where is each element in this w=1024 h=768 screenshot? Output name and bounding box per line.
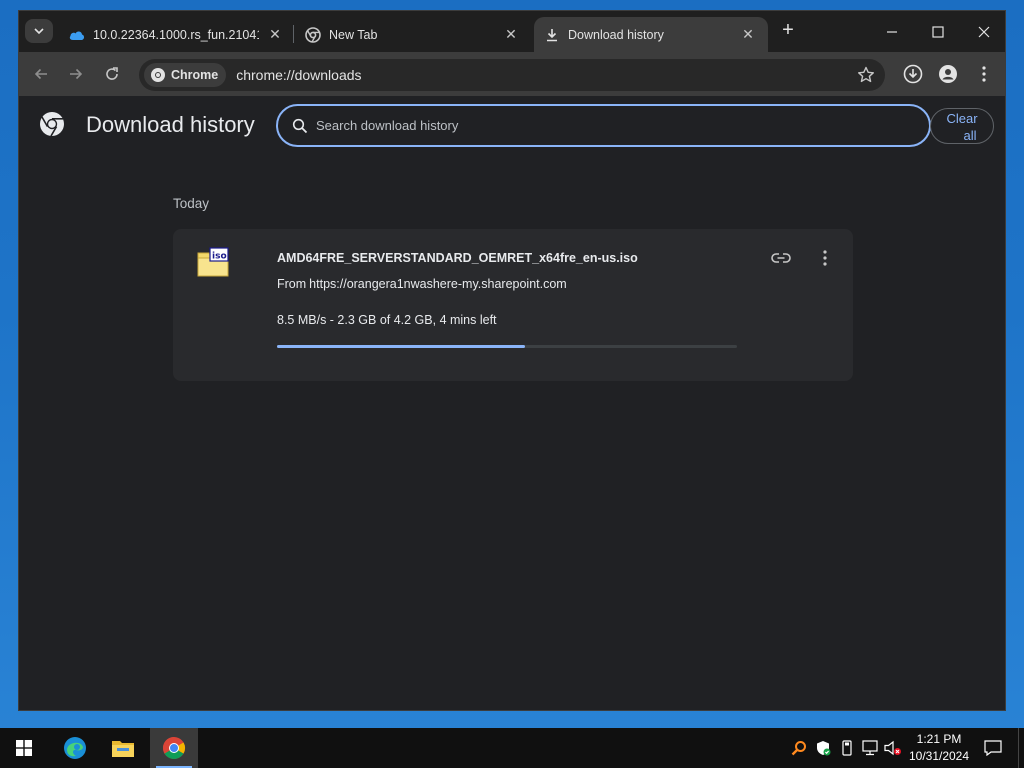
url-text[interactable]: chrome://downloads bbox=[236, 67, 361, 83]
address-bar[interactable]: Chrome chrome://downloads bbox=[139, 59, 885, 91]
clear-all-button[interactable]: Clear all bbox=[930, 108, 994, 144]
browser-toolbar: Chrome chrome://downloads bbox=[19, 52, 1005, 96]
taskbar-file-explorer[interactable] bbox=[99, 728, 147, 768]
minimize-button[interactable] bbox=[869, 11, 915, 52]
clock-date: 10/31/2024 bbox=[908, 749, 970, 763]
chevron-down-icon bbox=[34, 28, 44, 35]
downloads-page: Download history Clear all Today iso AMD… bbox=[19, 96, 1005, 710]
more-vert-icon bbox=[823, 250, 827, 266]
desktop-background bbox=[0, 0, 18, 728]
download-circle-icon bbox=[903, 64, 923, 84]
search-input[interactable] bbox=[316, 118, 896, 133]
start-icon bbox=[16, 740, 32, 756]
tab-separator bbox=[293, 25, 294, 43]
clock-time: 1:21 PM bbox=[916, 732, 962, 746]
tray-usb[interactable] bbox=[836, 728, 858, 768]
tab-strip: 10.0.22364.1000.rs_fun.2104162 ✕ New Tab… bbox=[19, 11, 1005, 52]
taskbar: 1:21 PM 10/31/2024 bbox=[0, 728, 1024, 768]
tray-search-tool[interactable] bbox=[788, 728, 810, 768]
copy-link-button[interactable] bbox=[769, 246, 793, 270]
downloads-button[interactable] bbox=[900, 61, 926, 87]
start-button[interactable] bbox=[0, 728, 48, 768]
iso-file-icon: iso bbox=[197, 247, 229, 277]
tray-network[interactable] bbox=[858, 728, 882, 768]
new-tab-button[interactable]: + bbox=[777, 20, 799, 42]
maximize-icon bbox=[932, 25, 944, 38]
search-icon bbox=[292, 118, 308, 133]
tab-title: New Tab bbox=[329, 27, 378, 42]
tab-search-button[interactable] bbox=[25, 19, 53, 43]
chip-label: Chrome bbox=[171, 68, 219, 82]
profile-icon bbox=[939, 65, 957, 83]
chrome-icon bbox=[163, 737, 185, 759]
download-source: From https://orangera1nwashere-my.sharepo… bbox=[277, 277, 567, 291]
download-item-card: iso AMD64FRE_SERVERSTANDARD_OEMRET_x64fr… bbox=[173, 229, 853, 381]
forward-button[interactable] bbox=[63, 61, 89, 87]
chrome-logo-icon bbox=[40, 112, 64, 137]
tab-new-tab[interactable]: New Tab ✕ bbox=[295, 17, 531, 52]
date-section-label: Today bbox=[173, 196, 210, 211]
minimize-icon bbox=[887, 30, 897, 33]
download-status: 8.5 MB/s - 2.3 GB of 4.2 GB, 4 mins left bbox=[277, 313, 497, 327]
clear-all-label-line1: Clear bbox=[946, 111, 978, 126]
svg-text:iso: iso bbox=[212, 252, 227, 262]
usb-drive-icon bbox=[842, 740, 852, 756]
shield-icon bbox=[817, 741, 831, 756]
page-header: Download history Clear all bbox=[19, 96, 1005, 156]
page-title: Download history bbox=[86, 112, 255, 137]
edge-icon bbox=[64, 737, 86, 759]
download-source-prefix: From bbox=[277, 277, 307, 291]
tab-title: 10.0.22364.1000.rs_fun.2104162 bbox=[93, 27, 259, 42]
chrome-icon bbox=[151, 68, 165, 82]
maximize-button[interactable] bbox=[915, 11, 961, 52]
taskbar-edge[interactable] bbox=[51, 728, 99, 768]
download-progress-bar bbox=[277, 345, 737, 348]
tab-iso-file[interactable]: 10.0.22364.1000.rs_fun.2104162 ✕ bbox=[59, 17, 295, 52]
bookmark-star-icon[interactable] bbox=[857, 66, 875, 84]
tab-close-icon[interactable]: ✕ bbox=[267, 26, 283, 43]
tab-download-history[interactable]: Download history ✕ bbox=[534, 17, 768, 52]
link-icon bbox=[771, 253, 791, 263]
site-info-chip[interactable]: Chrome bbox=[144, 63, 227, 87]
magnifier-icon bbox=[791, 741, 806, 756]
download-source-url[interactable]: https://orangera1nwashere-my.sharepoint.… bbox=[309, 277, 567, 291]
network-icon bbox=[862, 740, 878, 756]
chrome-menu-button[interactable] bbox=[971, 61, 997, 87]
file-explorer-icon bbox=[112, 741, 134, 757]
tray-security[interactable] bbox=[812, 728, 834, 768]
reload-button[interactable] bbox=[99, 61, 125, 87]
tab-close-icon[interactable]: ✕ bbox=[740, 26, 756, 43]
notification-center-button[interactable] bbox=[978, 728, 1008, 768]
arrow-left-icon bbox=[34, 68, 47, 80]
chrome-window: 10.0.22364.1000.rs_fun.2104162 ✕ New Tab… bbox=[18, 10, 1006, 711]
download-more-actions-button[interactable] bbox=[813, 246, 837, 270]
more-vert-icon bbox=[982, 66, 986, 82]
close-window-button[interactable] bbox=[961, 11, 1005, 52]
show-desktop-button[interactable] bbox=[1018, 728, 1024, 768]
close-icon bbox=[978, 26, 990, 37]
desktop-background-right bbox=[1006, 0, 1024, 728]
download-icon bbox=[544, 27, 560, 43]
reload-icon bbox=[106, 67, 118, 80]
search-box[interactable] bbox=[276, 104, 931, 147]
clear-all-label-line2: all bbox=[963, 128, 977, 143]
tab-title: Download history bbox=[568, 27, 664, 42]
arrow-right-icon bbox=[70, 68, 83, 80]
back-button[interactable] bbox=[28, 61, 54, 87]
tab-close-icon[interactable]: ✕ bbox=[503, 26, 519, 43]
profile-button[interactable] bbox=[935, 61, 961, 87]
download-progress-fill bbox=[277, 345, 526, 348]
taskbar-chrome[interactable] bbox=[150, 728, 198, 768]
notification-icon bbox=[984, 740, 1002, 756]
taskbar-clock[interactable]: 1:21 PM 10/31/2024 bbox=[900, 731, 978, 765]
chrome-icon bbox=[305, 26, 321, 43]
onedrive-icon bbox=[69, 27, 85, 43]
download-file-name[interactable]: AMD64FRE_SERVERSTANDARD_OEMRET_x64fre_en… bbox=[277, 251, 638, 265]
